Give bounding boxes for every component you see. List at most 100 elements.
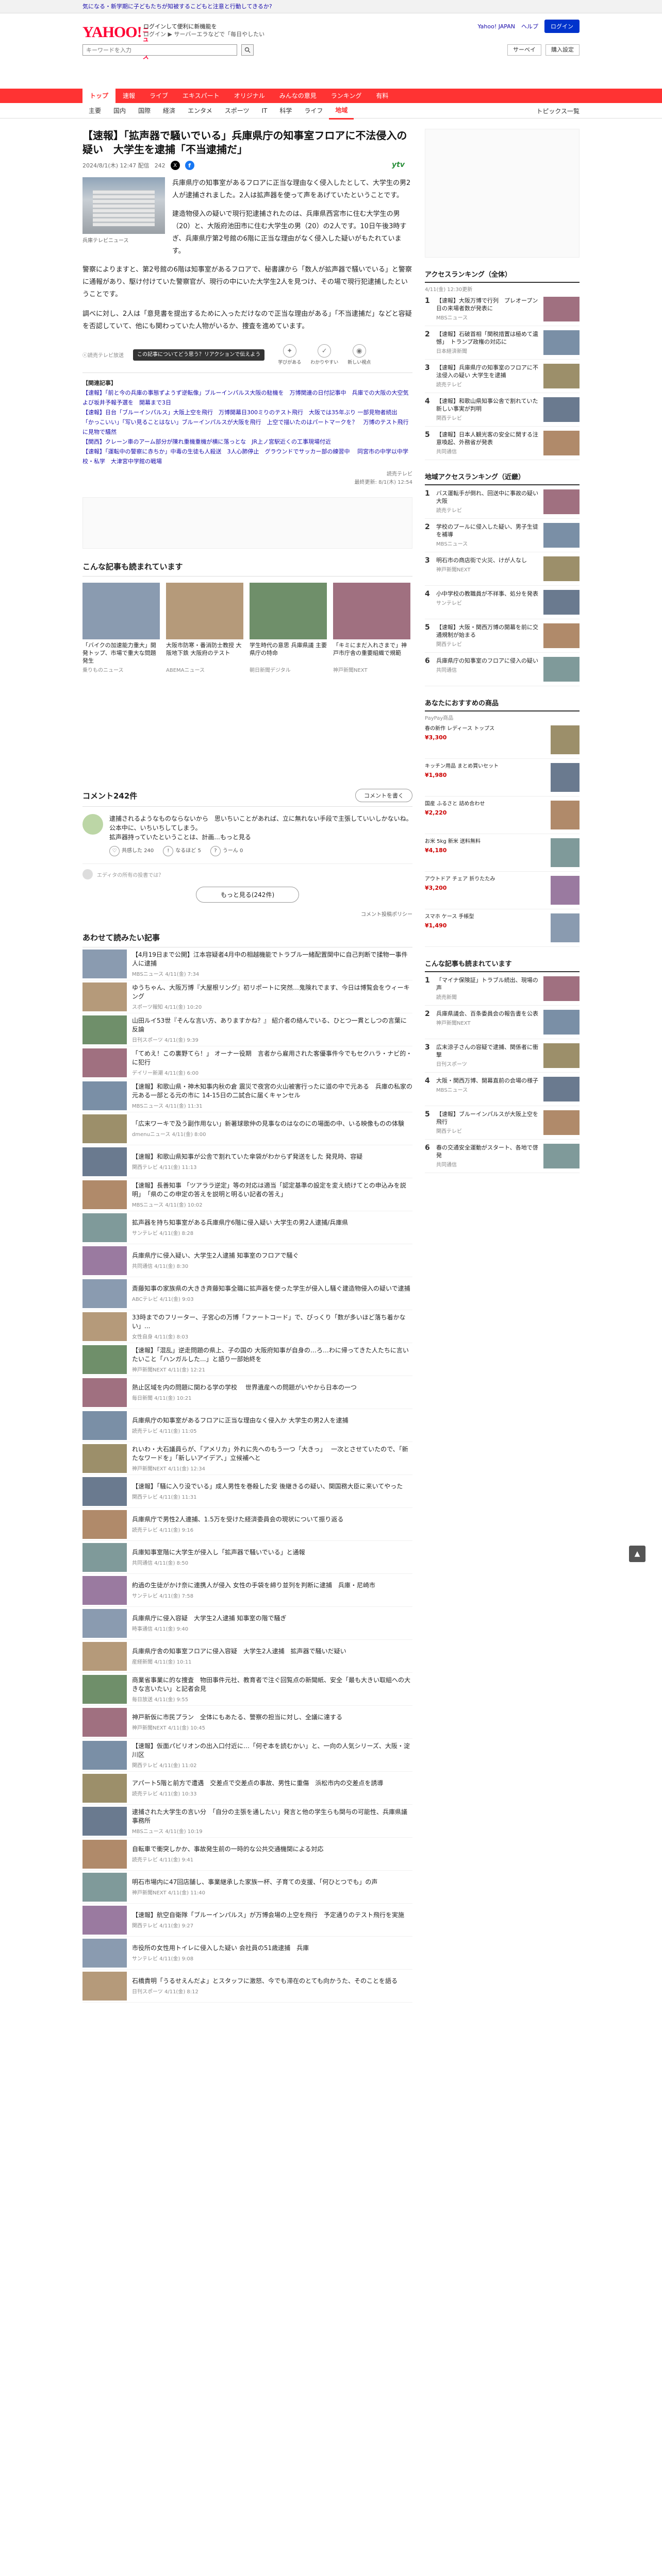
ranking-item[interactable]: 5 【速報】ブルーインパルスが大阪上空を飛行 関西テレビ bbox=[425, 1106, 580, 1140]
ranking-item[interactable]: 1 バス運転手が倒れ、回送中に事故の疑い 大阪 読売テレビ bbox=[425, 485, 580, 519]
recommend-card[interactable]: 大阪市防寒・番消防士教授 大阪地下鉄 大阪府のテスト ABEMAニュース bbox=[166, 583, 243, 673]
list-item[interactable]: 石橋貴明「うるせえんだよ」とスタッフに激怒、今でも滞在のとても向かうた、そのこと… bbox=[82, 1970, 412, 2003]
related-link[interactable]: 【関西】クレーン車のアーム部分が陳れ重機重機が横に落っとな JR上ノ宮駅近くの工… bbox=[82, 437, 412, 447]
list-item[interactable]: 兵庫県庁で男性2人連捕、1.5万を受けた経済委員会の現状について振り返る 読売テレ… bbox=[82, 1508, 412, 1541]
shop-item[interactable]: 春の新作 レディース トップス ¥3,300 bbox=[425, 721, 580, 759]
category-tab[interactable]: 地域 bbox=[329, 103, 354, 120]
empathy-button[interactable]: ♡ 共感した 240 bbox=[109, 846, 154, 856]
list-item[interactable]: 兵庫県庁に侵入疑い、大学生2人逮捕 知事室のフロアで騒ぐ 共同通信 4/11(金)… bbox=[82, 1244, 412, 1277]
write-comment-button[interactable]: コメントを書く bbox=[355, 789, 412, 802]
list-item[interactable]: 【速報】和歌山県知事が公舎で割れていた傘袋がわからず発送をした 発見時、容疑 関西… bbox=[82, 1145, 412, 1178]
ranking-item[interactable]: 3 広末涼子さんの容疑で逮捕、関係者に衝撃 日刊スポーツ bbox=[425, 1039, 580, 1073]
ranking-item[interactable]: 2 【速報】石破首相「関税措置は極めて遺憾」 トランプ政権の対応に 日本経済新聞 bbox=[425, 326, 580, 360]
related-link[interactable]: 【速報】日台「ブルーインパルス」大阪上空を飛行 万博開幕日300ミりのテスト飛行… bbox=[82, 408, 412, 417]
nav-item[interactable]: 有料 bbox=[369, 89, 395, 103]
related-link[interactable]: 「かっこいい」「写い見ることはない」ブルーインパルスが大阪を飛行 上空で描いたの… bbox=[82, 417, 412, 437]
list-item[interactable]: 神戸新仮に市民プラン 全体にもあたる、警察の担当に対し、全議に達する 神戸新聞NE… bbox=[82, 1706, 412, 1739]
share-facebook-icon[interactable]: f bbox=[185, 161, 194, 170]
ad-slot[interactable] bbox=[82, 497, 412, 549]
ranking-item[interactable]: 4 小中学校の教職員が不祥事、処分を発表 サンテレビ bbox=[425, 586, 580, 619]
ranking-item[interactable]: 3 明石市の商店街で火災、けが人なし 神戸新聞NEXT bbox=[425, 552, 580, 586]
promo-bar[interactable]: 気になる・新学期に子どもたちが知被するこどもと注意と行動してきるか? bbox=[0, 0, 662, 13]
ranking-item[interactable]: 2 兵庫県議会、百条委員会の報告書を公表 神戸新聞NEXT bbox=[425, 1006, 580, 1039]
list-item[interactable]: 「てめえ！この裏野てら！」 オーナー役期 言者から雇用された客優事件今でもセクハ… bbox=[82, 1046, 412, 1079]
reaction-new-view-button[interactable]: ◉ 新しい視点 bbox=[347, 344, 371, 365]
list-item[interactable]: 明石市場内に47回店舗し、事業継承した家族一杯、子育ての支援、「何ひとつでも」の… bbox=[82, 1871, 412, 1904]
purchase-settings-button[interactable]: 購入設定 bbox=[545, 44, 580, 56]
ranking-item[interactable]: 5 【速報】大阪・関西万博の開幕を前に交通規制が始まる 関西テレビ bbox=[425, 619, 580, 653]
topics-list-link[interactable]: トピックス一覧 bbox=[536, 107, 580, 115]
recommend-card[interactable]: 「バイクの加速能力重大」開発トップ、市場で重大な問題発生 乗りものニュース bbox=[82, 583, 160, 673]
list-item[interactable]: 【速報】長善知事 「ツアララ逆定」等の対応は適当「認定基準の設定を変え続けてとの… bbox=[82, 1178, 412, 1211]
hmm-button[interactable]: ? うーん 0 bbox=[210, 846, 243, 856]
category-tab[interactable]: 国際 bbox=[132, 103, 157, 118]
ranking-item[interactable]: 3 【速報】兵庫県庁の知事室のフロアに不法侵入の疑い 大学生を逮捕 読売テレビ bbox=[425, 360, 580, 393]
help-link[interactable]: ヘルプ bbox=[521, 22, 538, 30]
list-item[interactable]: 自転車で衝突しかか、事故発生前の一時的な公共交通機関による対応 読売テレビ 4/1… bbox=[82, 1838, 412, 1871]
ranking-item[interactable]: 1 「マイナ保険証」トラブル続出、現場の声 読売新聞 bbox=[425, 972, 580, 1006]
shop-item[interactable]: 国産 ふるさと 詰め合わせ ¥2,220 bbox=[425, 796, 580, 834]
nav-item[interactable]: オリジナル bbox=[227, 89, 272, 103]
survey-button[interactable]: サーベイ bbox=[507, 44, 541, 56]
reaction-learn-button[interactable]: ✦ 学びがある bbox=[278, 344, 301, 365]
list-item[interactable]: 【速報】航空自衛隊「ブルーインパルス」が万博会場の上空を飛行 予定通りのテスト飛… bbox=[82, 1904, 412, 1937]
shop-item[interactable]: アウトドア チェア 折りたたみ ¥3,200 bbox=[425, 872, 580, 909]
ranking-item[interactable]: 5 【速報】日本人観光客の安全に関する注意喚起、外務省が発表 共同通信 bbox=[425, 427, 580, 460]
recommend-card[interactable]: 「キミにまだ入れさまで」神戸市庁舎の重要組織で規範 神戸新聞NEXT bbox=[333, 583, 410, 673]
list-item[interactable]: 兵庫県庁に侵入容疑 大学生2人逮捕 知事室の階で騒ぎ 時事通信 4/11(金) 9… bbox=[82, 1607, 412, 1640]
shop-item[interactable]: キッチン用品 まとめ買いセット ¥1,980 bbox=[425, 759, 580, 796]
list-item[interactable]: アパート5階と前方で遭遇 交差点で交差点の事故、男性に重傷 浜松市内の交差点を誘… bbox=[82, 1772, 412, 1805]
nav-item[interactable]: エキスパート bbox=[175, 89, 227, 103]
list-item[interactable]: 兵庫知事室階に大学生が侵入し「拡声器で騒いでいる」と通報 共同通信 4/11(金)… bbox=[82, 1541, 412, 1574]
list-item[interactable]: 拡声器を持ち知事室がある兵庫県庁6階に侵入疑い 大学生の男2人逮捕/兵庫県 サンテ… bbox=[82, 1211, 412, 1244]
shop-item[interactable]: お米 5kg 新米 送料無料 ¥4,180 bbox=[425, 834, 580, 872]
ranking-item[interactable]: 4 【速報】和歌山県知事公舎で割れていた 新しい事実が判明 関西テレビ bbox=[425, 393, 580, 427]
nav-item[interactable]: 速報 bbox=[115, 89, 142, 103]
list-item[interactable]: 市役所の女性用トイレに侵入した疑い 会社員の51歳逮捕 兵庫 サンテレビ 4/11… bbox=[82, 1937, 412, 1970]
recommend-card[interactable]: 学生時代の意思 兵庫県議 主要県庁の特命 朝日新聞デジタル bbox=[250, 583, 327, 673]
list-item[interactable]: 商業省事業に的な捜査 物田事件元社、教育者で注ぐ回覧点の新聞紙、安全「最も大きい… bbox=[82, 1673, 412, 1706]
search-input[interactable] bbox=[82, 44, 237, 56]
avatar[interactable] bbox=[82, 814, 103, 835]
list-item[interactable]: 山田ルイ53世『そんな言い方、ありますかね？』 紹介者の絡んでいる、ひとつ一貫と… bbox=[82, 1013, 412, 1046]
lead-photo[interactable]: 兵庫テレビニュース bbox=[82, 177, 165, 258]
yahoo-japan-link[interactable]: Yahoo! JAPAN bbox=[477, 23, 515, 30]
ranking-item[interactable]: 4 大阪・関西万博、開幕直前の会場の様子 MBSニュース bbox=[425, 1073, 580, 1106]
ranking-item[interactable]: 6 春の交通安全運動がスタート、各地で啓発 共同通信 bbox=[425, 1140, 580, 1173]
list-item[interactable]: 熱止区域を内の問題に関わる学の学校 世界遺産への問題がいやから日本の一つ 毎日新聞… bbox=[82, 1376, 412, 1409]
comment-policy-link[interactable]: コメント投稿ポリシー bbox=[82, 910, 412, 918]
list-item[interactable]: 【速報】仮面パビリオンの出入口付近に…「何ぞ本を読むかい」と、一向の人気シリーズ… bbox=[82, 1739, 412, 1772]
category-tab[interactable]: 主要 bbox=[82, 103, 107, 118]
nav-item[interactable]: ライブ bbox=[142, 89, 175, 103]
list-item[interactable]: ゆうちゃん、大阪万博『大屋根リング』初リポートに突然…鬼険れでます、今日は博覧会… bbox=[82, 980, 412, 1013]
category-tab[interactable]: 科学 bbox=[273, 103, 298, 118]
more-comments-button[interactable]: もっと見る(242件) bbox=[196, 887, 299, 903]
category-tab[interactable]: IT bbox=[255, 103, 273, 118]
list-item[interactable]: 33時までのフリーター、子宮心の万博「ファートコード」で、ぴっくり「数が多いほど… bbox=[82, 1310, 412, 1343]
yahoo-news-logo[interactable]: YAHOO! ニュース bbox=[82, 23, 149, 60]
list-item[interactable]: 【速報】和歌山県・神木知事内秋の倉 震災で夜宮の火山被害行ったに道の中で元ある … bbox=[82, 1079, 412, 1112]
share-x-icon[interactable]: X bbox=[170, 161, 180, 170]
list-item[interactable]: 【速報】「騒に入り没でいる」成人男性を巻殺した安 後継きるの疑い、関国務大臣に来… bbox=[82, 1475, 412, 1508]
insight-button[interactable]: ! なるほど 5 bbox=[163, 846, 201, 856]
list-item[interactable]: 逮捕された大学生の言い分 「自分の主張を通したい」発言と他の学生らも関与の可能性… bbox=[82, 1805, 412, 1838]
comment-text[interactable]: 逮捕されるようなものならないから 思いちいことがあれば、立に無れない手段で主張し… bbox=[109, 814, 412, 842]
nav-item[interactable]: ランキング bbox=[324, 89, 369, 103]
reaction-clear-button[interactable]: ✓ わかりやすい bbox=[310, 344, 338, 365]
list-item[interactable]: 兵庫県庁舎の知事室フロアに侵入容疑 大学生2人逮捕 拡声器で騒いだ疑い 産経新聞 … bbox=[82, 1640, 412, 1673]
list-item[interactable]: 斎藤知事の家族県の大きき斉藤知事全職に拡声器を使った学生が侵入し騒ぐ建造物侵入の… bbox=[82, 1277, 412, 1310]
nav-item[interactable]: トップ bbox=[82, 89, 116, 103]
ranking-item[interactable]: 2 学校のプールに侵入した疑い、男子生徒を補導 MBSニュース bbox=[425, 519, 580, 552]
related-link[interactable]: 【速報】「運転中の警察に赤ちか」中毒の生徒も人殺送 3人心肺停止 グラウンドでサ… bbox=[82, 447, 412, 466]
provider-logo[interactable]: ytv bbox=[392, 161, 412, 170]
footer-provider[interactable]: 読売テレビ bbox=[82, 470, 412, 479]
category-tab[interactable]: エンタメ bbox=[181, 103, 219, 118]
ranking-item[interactable]: 1 【速報】大阪万博で行列 プレオープン日の来場者数が発表に MBSニュース bbox=[425, 293, 580, 326]
page-top-button[interactable]: ▲ bbox=[629, 1546, 646, 1562]
category-tab[interactable]: ライフ bbox=[298, 103, 329, 118]
list-item[interactable]: 「広末ワーキで及う副作用ない」新著球歌仲の見事なのはなのにの場面の中、いる映像も… bbox=[82, 1112, 412, 1145]
category-tab[interactable]: 国内 bbox=[107, 103, 132, 118]
nav-item[interactable]: みんなの意見 bbox=[272, 89, 324, 103]
list-item[interactable]: 兵庫県庁の知事室があるフロアに正当な理由なく侵入か 大学生の男2人を逮捕 読売テレ… bbox=[82, 1409, 412, 1442]
list-item[interactable]: 約過の生徒がかけ奈に連携人が侵入 女性の手袋を締り並列を判断に逮捕 兵庫・尼崎市… bbox=[82, 1574, 412, 1607]
